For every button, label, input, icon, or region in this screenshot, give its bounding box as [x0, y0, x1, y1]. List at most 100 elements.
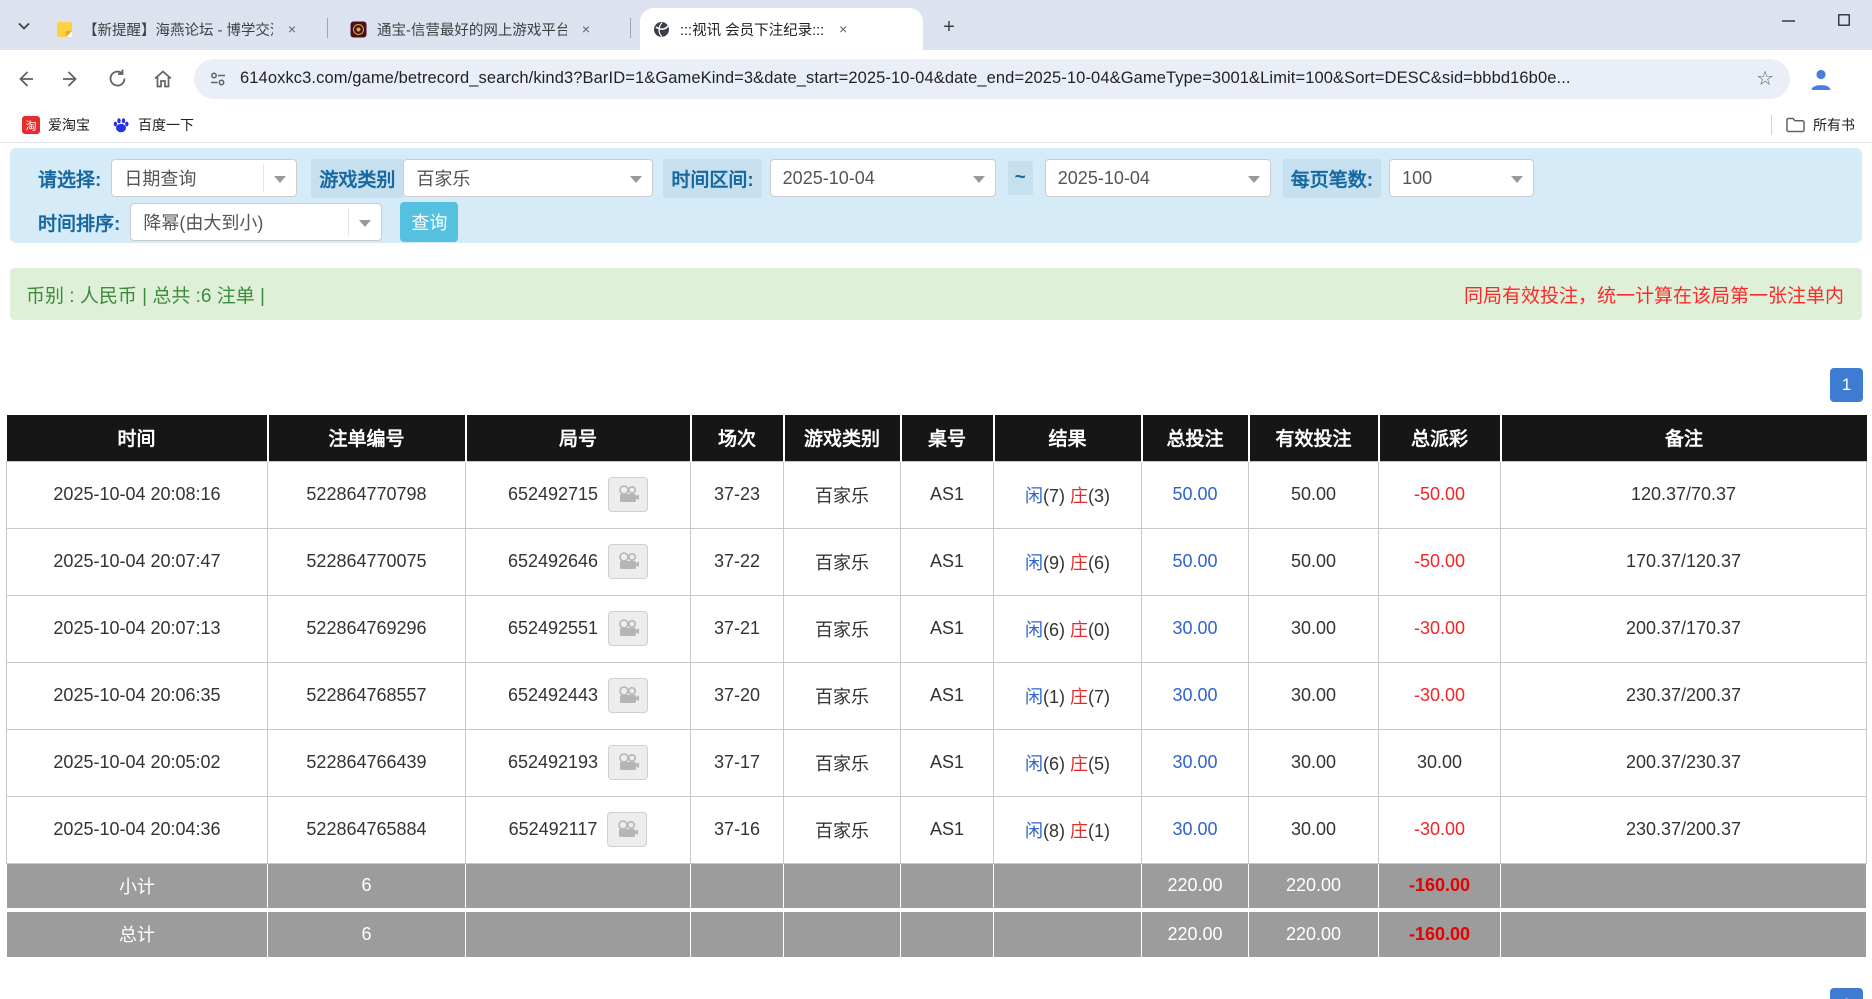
tab-title: 【新提醒】海燕论坛 - 博学交流: [83, 19, 273, 40]
cell-game-type: 百家乐: [784, 461, 901, 528]
query-type-value: 日期查询: [124, 165, 196, 191]
round-number: 652492443: [508, 685, 598, 706]
round-number: 652492551: [508, 618, 598, 639]
cell-payout: -50.00: [1379, 528, 1501, 595]
pagination-page-1-bottom[interactable]: 1: [1830, 988, 1863, 999]
tab-separator: [630, 18, 631, 38]
close-icon[interactable]: ×: [834, 20, 852, 38]
sort-label: 时间排序:: [38, 209, 120, 236]
tab-betting-record-active[interactable]: :::视讯 会员下注纪录::: ×: [640, 8, 923, 50]
cell-session: 37-17: [691, 729, 784, 796]
bookmark-label: 百度一下: [138, 115, 194, 135]
tab-separator: [327, 18, 328, 38]
tab-haiyan-forum[interactable]: 【新提醒】海燕论坛 - 博学交流 ×: [43, 8, 316, 50]
cell-total-bet: 50.00: [1142, 461, 1249, 528]
date-start-select[interactable]: 2025-10-04: [770, 159, 996, 197]
cell-payout: -30.00: [1379, 662, 1501, 729]
cell-game-type: 百家乐: [784, 729, 901, 796]
cell-result: 闲(1) 庄(7): [994, 662, 1142, 729]
back-icon[interactable]: [8, 62, 42, 96]
cell-round: 652492443: [466, 662, 691, 729]
tab-search-chevron-icon[interactable]: [10, 12, 38, 40]
cell-valid-bet: 50.00: [1249, 461, 1379, 528]
total-valid-bet: 220.00: [1249, 910, 1379, 957]
cell-session: 37-22: [691, 528, 784, 595]
home-icon[interactable]: [146, 62, 180, 96]
header-total-bet: 总投注: [1142, 415, 1249, 461]
video-replay-icon[interactable]: [607, 812, 647, 847]
header-session: 场次: [691, 415, 784, 461]
table-header-row: 时间 注单编号 局号 场次 游戏类别 桌号 结果 总投注 有效投注 总派彩 备注: [7, 415, 1867, 461]
url-text: 614oxkc3.com/game/betrecord_search/kind3…: [240, 69, 1754, 88]
round-number: 652492646: [508, 551, 598, 572]
cell-note: 200.37/230.37: [1501, 729, 1867, 796]
cell-round: 652492117: [466, 796, 691, 863]
cell-result: 闲(7) 庄(3): [994, 461, 1142, 528]
video-replay-icon[interactable]: [608, 477, 648, 512]
cell-table-no: AS1: [901, 528, 994, 595]
video-replay-icon[interactable]: [608, 611, 648, 646]
bet-record-row: 2025-10-04 20:07:47522864770075652492646…: [7, 528, 1867, 595]
game-type-label: 游戏类别: [311, 159, 403, 198]
cell-table-no: AS1: [901, 796, 994, 863]
cell-round: 652492193: [466, 729, 691, 796]
valid-bet-notice: 同局有效投注，统一计算在该局第一张注单内: [1464, 281, 1844, 308]
search-button[interactable]: 查询: [400, 202, 458, 242]
video-replay-icon[interactable]: [608, 745, 648, 780]
subtotal-payout: -160.00: [1379, 863, 1501, 910]
browser-toolbar: 614oxkc3.com/game/betrecord_search/kind3…: [0, 50, 1872, 107]
cell-time: 2025-10-04 20:06:35: [7, 662, 268, 729]
cell-note: 120.37/70.37: [1501, 461, 1867, 528]
pagination-page-1-top[interactable]: 1: [1830, 368, 1863, 402]
ornament-icon: [349, 20, 367, 38]
site-info-icon[interactable]: [208, 69, 228, 89]
star-icon[interactable]: ☆: [1754, 66, 1776, 91]
cell-result: 闲(8) 庄(1): [994, 796, 1142, 863]
header-game-type: 游戏类别: [784, 415, 901, 461]
profile-avatar-icon[interactable]: [1806, 64, 1836, 94]
video-replay-icon[interactable]: [608, 678, 648, 713]
sort-select[interactable]: 降幂(由大到小): [130, 203, 382, 241]
cell-round: 652492646: [466, 528, 691, 595]
bet-record-row: 2025-10-04 20:05:02522864766439652492193…: [7, 729, 1867, 796]
cell-payout: -50.00: [1379, 461, 1501, 528]
query-type-select[interactable]: 日期查询: [111, 159, 297, 197]
game-type-select[interactable]: 百家乐: [403, 159, 653, 197]
cell-valid-bet: 30.00: [1249, 729, 1379, 796]
cell-note: 170.37/120.37: [1501, 528, 1867, 595]
cell-session: 37-23: [691, 461, 784, 528]
bet-record-row: 2025-10-04 20:04:36522864765884652492117…: [7, 796, 1867, 863]
tab-tongbao[interactable]: 通宝-信营最好的网上游戏平台 ×: [337, 8, 620, 50]
round-number: 652492715: [508, 484, 598, 505]
per-page-select[interactable]: 100: [1389, 159, 1534, 197]
cell-note: 230.37/200.37: [1501, 662, 1867, 729]
bookmark-aitaobao[interactable]: 淘 爱淘宝: [22, 115, 90, 135]
select-type-label: 请选择:: [38, 165, 101, 192]
all-bookmarks-folder[interactable]: 所有书: [1786, 115, 1872, 135]
cell-game-type: 百家乐: [784, 528, 901, 595]
cell-time: 2025-10-04 20:07:13: [7, 595, 268, 662]
new-tab-button[interactable]: +: [936, 14, 962, 40]
video-replay-icon[interactable]: [608, 544, 648, 579]
cell-table-no: AS1: [901, 595, 994, 662]
maximize-icon[interactable]: [1830, 6, 1858, 34]
close-icon[interactable]: ×: [577, 20, 595, 38]
chevron-down-icon: [1511, 176, 1523, 183]
total-label: 总计: [7, 910, 268, 957]
address-bar[interactable]: 614oxkc3.com/game/betrecord_search/kind3…: [194, 59, 1790, 99]
bookmark-baidu[interactable]: 百度一下: [112, 115, 194, 135]
header-result: 结果: [994, 415, 1142, 461]
cell-round: 652492551: [466, 595, 691, 662]
forward-icon[interactable]: [54, 62, 88, 96]
taobao-icon: 淘: [22, 116, 40, 134]
date-start-value: 2025-10-04: [783, 168, 875, 189]
bet-records-table: 时间 注单编号 局号 场次 游戏类别 桌号 结果 总投注 有效投注 总派彩 备注…: [6, 415, 1867, 958]
cell-round: 652492715: [466, 461, 691, 528]
reload-icon[interactable]: [100, 62, 134, 96]
close-icon[interactable]: ×: [283, 20, 301, 38]
date-end-select[interactable]: 2025-10-04: [1045, 159, 1271, 197]
globe-icon: [652, 20, 670, 38]
minimize-icon[interactable]: [1774, 6, 1802, 34]
cell-payout: -30.00: [1379, 595, 1501, 662]
date-separator: ~: [1008, 161, 1033, 195]
